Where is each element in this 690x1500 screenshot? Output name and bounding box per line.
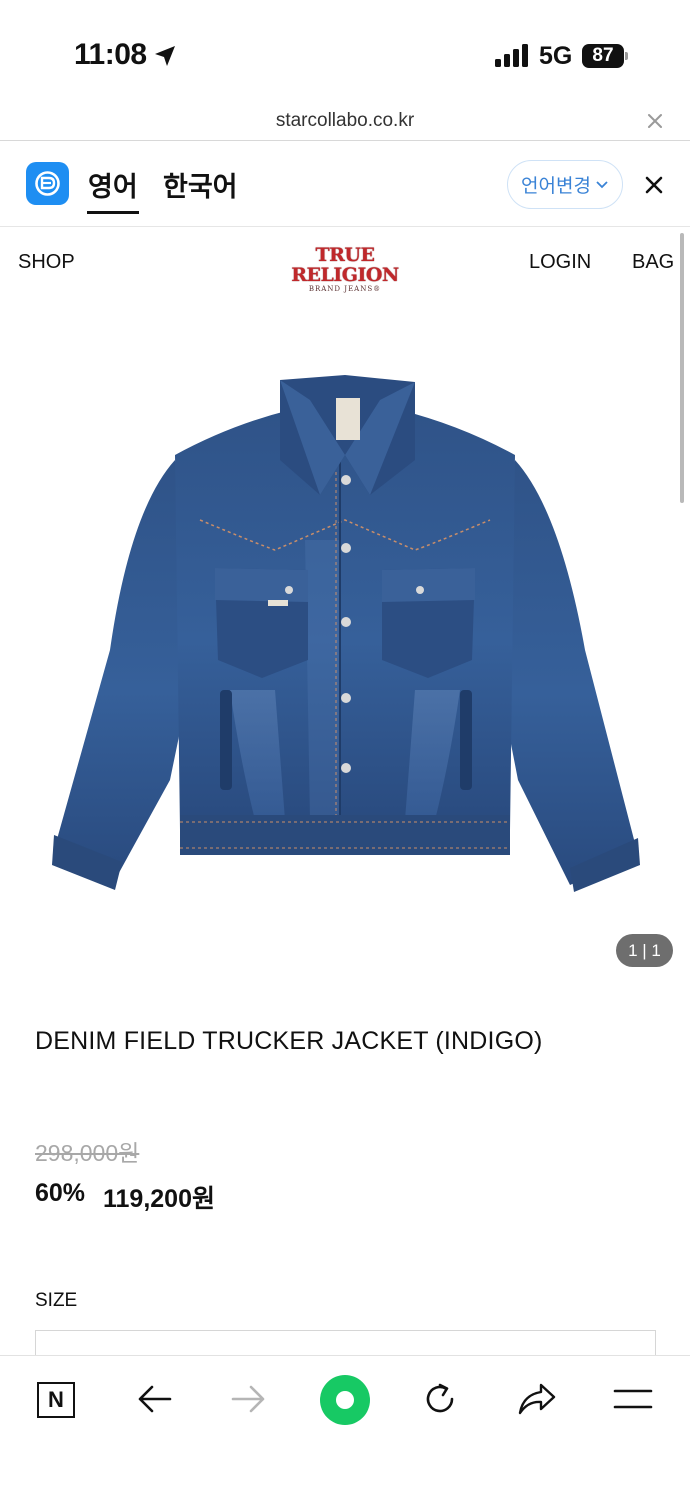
location-arrow-icon (155, 46, 175, 66)
naver-n-icon[interactable]: N (37, 1382, 75, 1418)
brand-subtitle: BRAND JEANS® (308, 285, 382, 293)
sale-price: 119,200원 (103, 1185, 215, 1213)
battery-level: 87 (582, 44, 624, 68)
discount-rate: 60% (35, 1179, 86, 1207)
close-translate-icon[interactable] (644, 175, 664, 195)
tab-korean[interactable]: 한국어 (163, 165, 238, 204)
url-text[interactable]: starcollabo.co.kr (0, 110, 690, 132)
original-price: 298,000원 (35, 1140, 140, 1166)
size-label: SIZE (35, 1290, 78, 1311)
cellular-signal-icon (495, 44, 528, 67)
back-arrow-icon[interactable] (136, 1383, 172, 1415)
status-bar: 11:08 5G 87 (0, 0, 690, 100)
brand-logo[interactable]: TRUE RELIGION BRAND JEANS® (280, 245, 410, 293)
active-tab-indicator (87, 211, 139, 214)
url-bar[interactable]: starcollabo.co.kr (0, 100, 690, 141)
battery-icon: 87 (582, 44, 628, 68)
reload-icon[interactable] (421, 1380, 459, 1418)
translate-bar: 영어 한국어 언어변경 (0, 141, 690, 227)
chevron-down-icon (596, 180, 608, 188)
change-language-label: 언어변경 (521, 176, 591, 197)
nav-login-link[interactable]: LOGIN (529, 251, 591, 274)
close-icon[interactable] (646, 112, 664, 130)
share-icon[interactable] (517, 1381, 557, 1417)
product-image[interactable] (40, 360, 650, 905)
home-icon[interactable] (320, 1375, 370, 1425)
nav-shop-link[interactable]: SHOP (18, 251, 75, 274)
image-counter: 1 | 1 (616, 934, 673, 967)
menu-icon[interactable] (613, 1388, 653, 1410)
site-header: SHOP TRUE RELIGION BRAND JEANS® LOGIN BA… (0, 227, 690, 297)
product-title: DENIM FIELD TRUCKER JACKET (INDIGO) (35, 1027, 543, 1055)
network-type: 5G (539, 42, 573, 70)
tab-english[interactable]: 영어 (88, 165, 138, 204)
nav-bag-link[interactable]: BAG (632, 251, 674, 274)
translate-logo-icon (35, 171, 60, 196)
status-time: 11:08 (74, 38, 147, 71)
translate-app-icon[interactable] (26, 162, 69, 205)
forward-arrow-icon[interactable] (231, 1383, 267, 1415)
browser-toolbar: N (0, 1355, 690, 1500)
scrollbar[interactable] (680, 233, 684, 503)
change-language-button[interactable]: 언어변경 (507, 160, 623, 209)
brand-name: TRUE RELIGION (291, 244, 399, 286)
